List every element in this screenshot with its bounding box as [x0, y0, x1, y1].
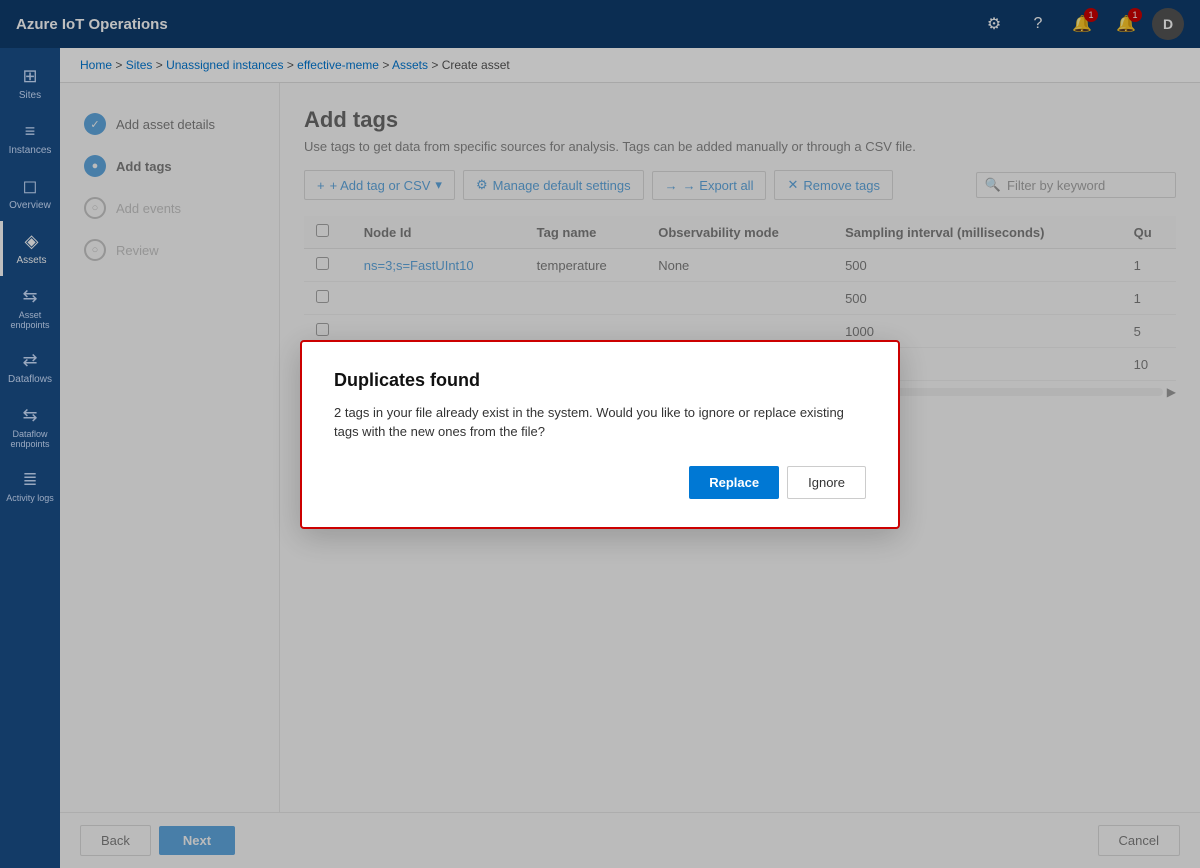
- dialog-overlay: Duplicates found 2 tags in your file alr…: [0, 0, 1200, 868]
- dialog-actions: Replace Ignore: [334, 466, 866, 499]
- replace-label: Replace: [709, 475, 759, 490]
- replace-button[interactable]: Replace: [689, 466, 779, 499]
- dialog-text: 2 tags in your file already exist in the…: [334, 403, 866, 442]
- ignore-label: Ignore: [808, 475, 845, 490]
- ignore-button[interactable]: Ignore: [787, 466, 866, 499]
- dialog-title: Duplicates found: [334, 370, 866, 391]
- duplicates-dialog: Duplicates found 2 tags in your file alr…: [300, 340, 900, 529]
